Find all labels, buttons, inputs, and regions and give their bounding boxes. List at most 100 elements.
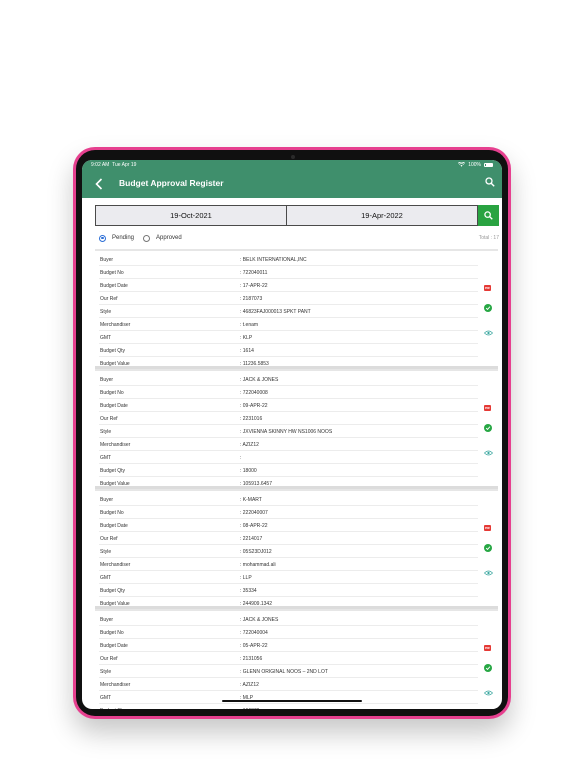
front-camera (291, 155, 295, 159)
field-row: Budget Date : 05-APR-22 (99, 639, 478, 652)
field-label: GMT (100, 335, 112, 341)
field-label: Buyer (100, 497, 114, 503)
field-value: : 09-APR-22 (240, 403, 268, 409)
field-label: GMT (100, 695, 112, 701)
field-label: Our Ref (100, 536, 118, 542)
field-value: : 722040011 (240, 270, 268, 276)
field-row: Style: 46823FAJ000013 SPKT PANT (99, 305, 478, 318)
field-row: Merchandiser: AZIZ12 (99, 438, 478, 451)
chevron-left-icon[interactable] (95, 178, 103, 190)
field-value: : 722040004 (240, 630, 268, 636)
view-eye-icon[interactable] (483, 563, 494, 576)
field-row: Merchandiser: AZIZ12 (99, 678, 478, 691)
field-value: : K-MART (240, 497, 262, 503)
field-value: : AZIZ12 (240, 682, 259, 688)
view-eye-icon[interactable] (483, 443, 494, 456)
field-row: Budget Date : 09-APR-22 (99, 399, 478, 412)
field-row: Budget Qty: 18000 (99, 464, 478, 477)
field-row: Style : 05S23DJ012 (99, 545, 478, 558)
field-label: Budget Qty (100, 348, 126, 354)
field-label: Our Ref (100, 656, 118, 662)
field-value: : JXVIENNA SKINNY HW NS1006 NOOS (240, 429, 333, 435)
approve-check-icon[interactable] (484, 664, 492, 672)
budget-card[interactable]: Buyer: K-MART Budget No: 222040007 Budget … (95, 489, 498, 610)
field-value: : 35334 (240, 588, 257, 594)
field-label: Buyer (100, 257, 114, 263)
field-value: : 05S23DJ012 (240, 549, 272, 555)
approve-check-icon[interactable] (484, 544, 492, 552)
status-right: 100% (458, 162, 493, 168)
battery-icon (484, 162, 493, 167)
field-row: Merchandiser : t.enam (99, 318, 478, 331)
field-row: Budget Qty : 1614 (99, 344, 478, 357)
status-date: Tue Apr 19 (112, 161, 137, 168)
budget-card[interactable]: Buyer: JACK & JONES Budget No: 722040004 B… (95, 609, 498, 709)
status-filter: Pending Approved Total : 17 (99, 233, 499, 243)
field-row: Budget No : 722040004 (99, 626, 478, 639)
home-indicator[interactable] (222, 700, 362, 702)
field-row: Buyer : K-MART (99, 493, 478, 506)
view-eye-icon[interactable] (483, 323, 494, 336)
field-value: : 2214017 (240, 536, 263, 542)
field-value: : 05-APR-22 (240, 643, 268, 649)
field-value: : JACK & JONES (240, 617, 279, 623)
date-search-button[interactable] (478, 205, 499, 226)
budget-card[interactable]: Buyer: JACK & JONES Budget No: 722040008 B… (95, 369, 498, 490)
field-value: : 1614 (240, 348, 254, 354)
pdf-icon[interactable]: PDF (484, 405, 491, 411)
app-screen: 9:02 AM Tue Apr 19 100% Budget Approval … (82, 160, 502, 709)
field-label: Style (100, 309, 112, 315)
from-date-button[interactable]: 19-Oct-2021 (95, 205, 287, 226)
field-label: Style (100, 669, 112, 675)
field-row: Budget Date: 08-APR-22 (99, 519, 478, 532)
field-label: GMT (100, 455, 112, 461)
budget-card[interactable]: Buyer : BELK INTERNATIONAL,INC Budget No : … (95, 249, 498, 370)
field-row: Budget Qty: 35334 (99, 584, 478, 597)
field-value: : 105913.6457 (240, 481, 272, 487)
field-label: Budget Qty (100, 708, 125, 709)
field-label: Style (100, 549, 112, 555)
field-row: Budget Qty: 166870 (99, 704, 478, 709)
field-value: : GLENN ORIGINAL NOOS – 2ND LOT (240, 669, 328, 675)
field-row: Our Ref: 2231016 (99, 412, 478, 425)
nav-bar: Budget Approval Register (82, 169, 502, 198)
field-value: : mohammad.ali (240, 562, 276, 568)
pdf-icon[interactable]: PDF (484, 525, 491, 531)
wifi-icon (458, 162, 466, 167)
approve-check-icon[interactable] (484, 424, 492, 432)
pdf-icon[interactable]: PDF (484, 285, 491, 291)
field-label: Budget Date (100, 643, 128, 649)
view-eye-icon[interactable] (483, 683, 494, 696)
field-value: : BELK INTERNATIONAL,INC (240, 257, 307, 263)
field-value: : 08-APR-22 (240, 523, 268, 529)
approved-radio[interactable] (143, 234, 151, 242)
field-row: Our Ref: 2187073 (99, 292, 478, 305)
field-row: GMT: KLP (99, 331, 478, 344)
field-label: Budget No (100, 630, 124, 636)
field-label: Budget Qty (100, 468, 126, 474)
field-value: : 17-APR-22 (240, 283, 268, 289)
field-label: Budget Date (100, 283, 128, 289)
to-date-button[interactable]: 19-Apr-2022 (287, 205, 478, 226)
field-label: Budget Value (100, 361, 130, 367)
budget-list[interactable]: Buyer: BELK INTERNATIONAL,INC Budget No: … (95, 249, 498, 709)
field-row: Budget No: 222040007 (99, 506, 478, 519)
field-value: : t.enam (240, 322, 259, 328)
pdf-icon[interactable]: PDF (484, 645, 491, 651)
field-label: Budget Date (100, 403, 128, 409)
approve-check-icon[interactable] (484, 304, 492, 312)
field-value: : 2231016 (240, 416, 263, 422)
field-label: Merchandiser (100, 322, 131, 328)
field-row: Our Ref : 2131056 (99, 652, 478, 665)
field-value: : 244909.1342 (240, 601, 272, 607)
field-value: : 2131056 (240, 656, 263, 662)
field-label: Style (100, 429, 112, 435)
field-label: Buyer (100, 617, 114, 623)
field-label: Our Ref (100, 296, 118, 302)
field-label: Budget No (100, 270, 124, 276)
tablet-bezel: 9:02 AM Tue Apr 19 100% Budget Approval … (76, 150, 508, 716)
pending-radio[interactable] (99, 234, 106, 242)
field-label: Budget No (100, 510, 124, 516)
search-icon[interactable] (485, 177, 495, 187)
field-label: Budget No (100, 390, 124, 396)
